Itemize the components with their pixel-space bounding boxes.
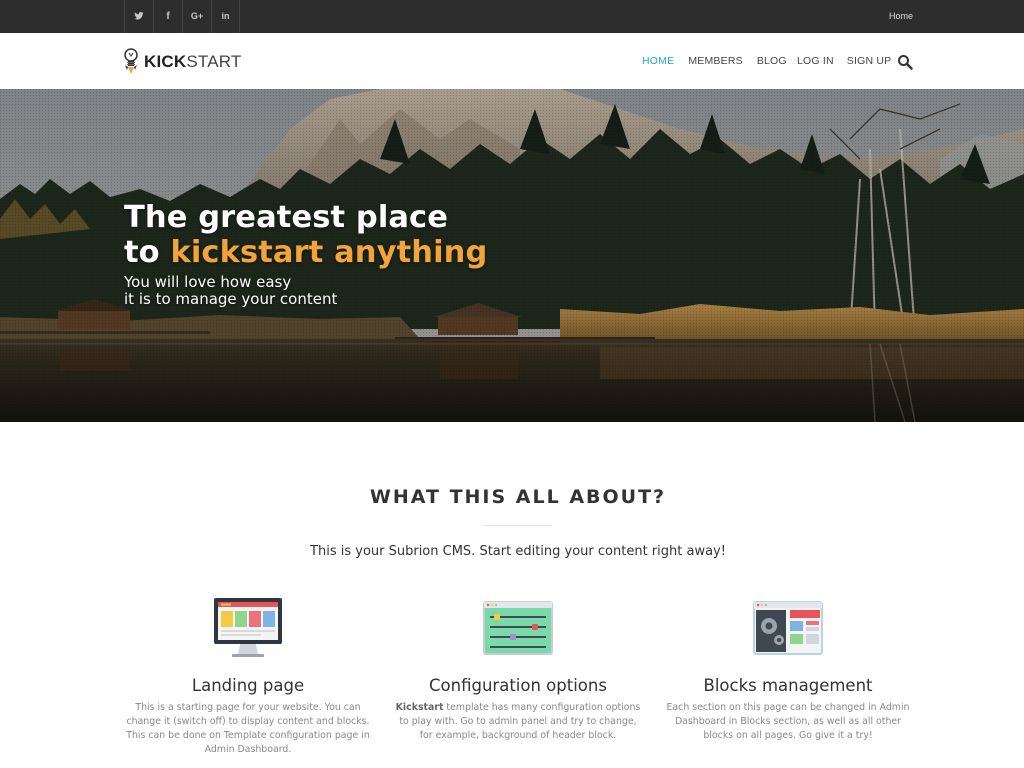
main-nav: HOME MEMBERS BLOG: [642, 33, 801, 89]
facebook-link[interactable]: f: [153, 0, 182, 33]
sliders-window-icon: [483, 601, 553, 655]
linkedin-icon: in: [221, 11, 230, 21]
nav-log-in[interactable]: LOG IN: [797, 55, 834, 67]
feature-text: Kickstart template has many configuratio…: [395, 702, 641, 741]
hero-title-line-2: to kickstart anything: [124, 235, 488, 270]
social-links: f G+ in: [124, 0, 240, 33]
feature-configuration-options: Configuration options Kickstart template…: [393, 596, 643, 743]
nav-home[interactable]: HOME: [642, 55, 674, 67]
logo-text: KICKSTART: [144, 52, 242, 71]
twitter-link[interactable]: [124, 0, 153, 33]
nav-sign-up[interactable]: SIGN UP: [847, 55, 892, 67]
feature-title: Configuration options: [429, 676, 607, 695]
section-title: WHAT THIS ALL ABOUT?: [369, 486, 667, 508]
top-home-link[interactable]: Home: [889, 0, 913, 33]
auth-nav: LOG IN SIGN UP: [797, 33, 904, 89]
hero-subtitle: You will love how easy it is to manage y…: [124, 273, 338, 308]
site-header: KICKSTART HOME MEMBERS BLOG LOG IN SIGN …: [0, 33, 1024, 89]
section-lead: This is your Subrion CMS. Start editing …: [310, 544, 726, 559]
facebook-icon: f: [166, 11, 170, 22]
hero-title-accent: kickstart anything: [170, 235, 488, 270]
nav-members[interactable]: MEMBERS: [688, 55, 743, 67]
feature-landing-page: Landing page This is a starting page for…: [123, 596, 373, 757]
feature-text: This is a starting page for your website…: [126, 702, 370, 755]
site-logo[interactable]: KICKSTART: [122, 47, 242, 77]
gear-window-icon: [753, 601, 823, 655]
lightbulb-rocket-icon: [124, 48, 138, 74]
section-divider: [484, 525, 552, 526]
google-plus-icon: G+: [190, 11, 204, 21]
hero-text-block: The greatest place to kickstart anything…: [124, 200, 487, 308]
search-icon[interactable]: [897, 54, 913, 70]
feature-text: Each section on this page can be changed…: [666, 702, 910, 741]
feature-title: Landing page: [191, 676, 305, 695]
linkedin-link[interactable]: in: [211, 0, 240, 33]
monitor-icon: [214, 598, 282, 657]
hero-banner: The greatest place to kickstart anything…: [0, 89, 1024, 422]
feature-blocks-management: Blocks management Each section on this p…: [663, 596, 913, 743]
twitter-icon: [134, 12, 144, 20]
nav-blog[interactable]: BLOG: [757, 55, 787, 67]
top-bar: f G+ in Home: [0, 0, 1024, 33]
hero-title: The greatest place to kickstart anything: [124, 200, 487, 270]
google-plus-link[interactable]: G+: [182, 0, 211, 33]
feature-title: Blocks management: [703, 676, 873, 695]
hero-title-line-1: The greatest place: [124, 200, 449, 235]
